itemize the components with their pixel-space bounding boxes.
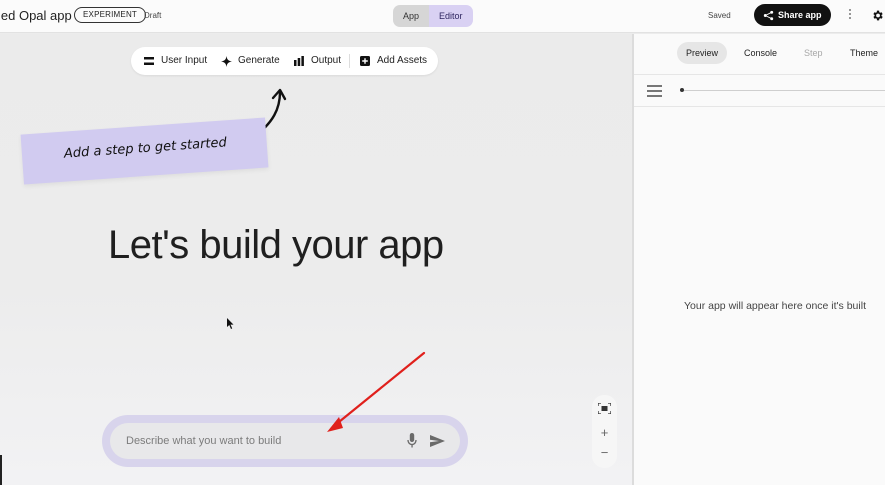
fit-screen-icon[interactable]: [598, 403, 611, 414]
describe-app-input[interactable]: [126, 423, 396, 459]
preview-tabs: Preview Console Step Theme: [634, 34, 885, 74]
draft-status: Draft: [144, 11, 162, 20]
experiment-badge: EXPERIMENT: [74, 7, 147, 23]
tab-editor[interactable]: Editor: [429, 5, 473, 27]
tabs-divider: [634, 74, 885, 75]
toolbar-user-input[interactable]: User Input: [144, 47, 207, 75]
toolbar-generate[interactable]: Generate: [221, 47, 280, 75]
empty-state-message: Your app will appear here once it's buil…: [684, 300, 866, 312]
preview-panel: Preview Console Step Theme Your app will…: [634, 34, 885, 485]
share-app-label: Share app: [778, 10, 822, 20]
menu-icon[interactable]: [647, 85, 662, 100]
toolbar-output[interactable]: Output: [294, 47, 341, 75]
progress-thumb[interactable]: [680, 88, 684, 92]
bar-chart-icon: [294, 56, 304, 66]
zoom-controls: + −: [592, 395, 617, 468]
editor-canvas[interactable]: User Input Generate Output Add Assets Ad…: [0, 34, 632, 485]
more-vert-icon[interactable]: [847, 8, 853, 24]
left-edge-marker: [0, 455, 2, 485]
tab-theme[interactable]: Theme: [850, 42, 878, 64]
zoom-out-button[interactable]: −: [592, 445, 617, 460]
settings-gear-icon[interactable]: [871, 9, 884, 22]
tab-app[interactable]: App: [393, 5, 430, 27]
tab-preview[interactable]: Preview: [677, 42, 728, 64]
view-toggle: App Editor: [393, 5, 473, 27]
add-box-icon: [360, 56, 370, 66]
progress-track[interactable]: [680, 90, 885, 91]
tab-console[interactable]: Console: [744, 42, 777, 64]
sparkle-icon: [221, 56, 232, 67]
saved-status: Saved: [708, 11, 731, 20]
hero-title: Let's build your app: [108, 223, 444, 267]
app-title[interactable]: led Opal app: [0, 8, 72, 23]
step-toolbar: User Input Generate Output Add Assets: [131, 47, 438, 75]
app-window: led Opal app EXPERIMENT Draft App Editor…: [0, 0, 885, 485]
tab-step[interactable]: Step: [804, 42, 823, 64]
mouse-cursor-icon: [227, 318, 234, 329]
microphone-icon[interactable]: [407, 433, 417, 448]
sticky-note-text: Add a step to get started: [63, 135, 228, 162]
top-bar: led Opal app EXPERIMENT Draft App Editor…: [0, 0, 885, 33]
user-input-icon: [144, 57, 154, 65]
toolbar-divider: [349, 54, 350, 68]
sticky-note: Add a step to get started: [20, 117, 269, 185]
prompt-bar: [110, 423, 460, 459]
share-icon: [763, 10, 774, 21]
zoom-in-button[interactable]: +: [592, 425, 617, 440]
preview-header-divider: [634, 106, 885, 107]
toolbar-add-assets-label: Add Assets: [377, 55, 428, 66]
send-icon[interactable]: [430, 435, 445, 447]
share-app-button[interactable]: Share app: [754, 4, 831, 26]
toolbar-add-assets[interactable]: Add Assets: [360, 47, 427, 75]
